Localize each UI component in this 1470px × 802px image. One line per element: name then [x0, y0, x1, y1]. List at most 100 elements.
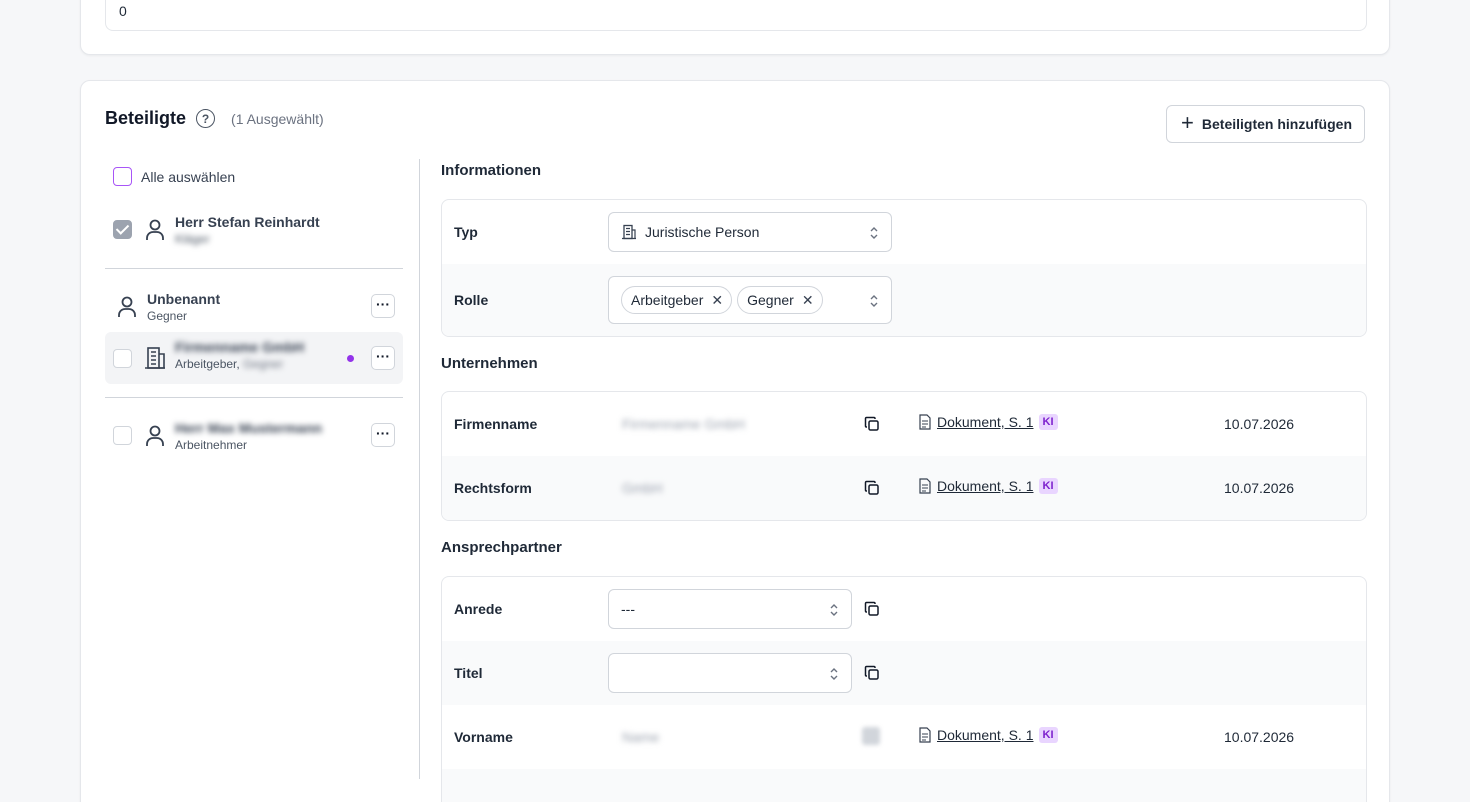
vorname-row: Vorname Name Dokument, S. 1 KI 10.07.202… — [442, 705, 1366, 769]
rechtsform-row: Rechtsform GmbH Dokument, S. 1 KI 10.07.… — [442, 456, 1366, 520]
ai-badge: KI — [1038, 414, 1058, 430]
unsaved-indicator-dot — [347, 355, 354, 362]
role-chip-label: Gegner — [747, 292, 794, 308]
chevron-up-down-icon — [870, 295, 878, 307]
list-item[interactable]: Herr Stefan Reinhardt Kläger — [175, 214, 320, 246]
select-all-label: Alle auswählen — [141, 168, 236, 185]
rolle-row: Rolle Arbeitgeber ✕ Gegner ✕ — [442, 264, 1366, 336]
info-title: Informationen — [441, 162, 541, 179]
date-value: 10.07.2026 — [1224, 729, 1295, 745]
close-icon[interactable]: ✕ — [711, 292, 723, 309]
number-input[interactable]: 0 — [105, 0, 1367, 31]
participants-card: Beteiligte ? (1 Ausgewählt) + Beteiligte… — [80, 80, 1390, 802]
source-link[interactable]: Dokument, S. 1 KI — [918, 478, 1058, 494]
copy-icon[interactable] — [862, 727, 880, 745]
previous-section-card: 0 — [80, 0, 1390, 55]
document-icon — [919, 478, 931, 494]
role-chip: Arbeitgeber ✕ — [621, 286, 733, 314]
participant-name: Firmenname GmbH — [175, 339, 305, 355]
section-title: Beteiligte — [105, 108, 187, 128]
next-row — [442, 769, 1366, 802]
participant-name: Unbenannt — [147, 291, 221, 307]
select-all[interactable]: Alle auswählen — [113, 167, 235, 186]
ai-badge: KI — [1038, 727, 1058, 743]
anrede-row: Anrede --- — [442, 577, 1366, 641]
select-all-checkbox[interactable] — [113, 167, 132, 186]
participant-name: Herr Stefan Reinhardt — [175, 214, 320, 230]
person-icon — [146, 425, 164, 446]
vorname-label: Vorname — [454, 729, 513, 745]
anrede-label: Anrede — [454, 601, 503, 617]
question-circle-icon[interactable]: ? — [196, 109, 216, 128]
info-group: Typ Juristische Person Rolle Arbeitgeber… — [441, 199, 1367, 337]
rolle-label: Rolle — [454, 292, 489, 308]
firmenname-label: Firmenname — [454, 416, 538, 432]
plus-icon: + — [1181, 110, 1194, 135]
firmenname-value[interactable]: Firmenname GmbH — [622, 416, 745, 432]
list-item[interactable]: Unbenannt Gegner — [147, 291, 220, 323]
typ-select[interactable]: Juristische Person — [608, 212, 892, 252]
list-item[interactable]: Herr Max Mustermann Arbeitnehmer — [175, 420, 322, 452]
close-icon[interactable]: ✕ — [802, 292, 814, 309]
copy-icon[interactable] — [864, 416, 880, 432]
building-icon — [145, 347, 165, 369]
participant-role-blurred: Gegner — [243, 357, 284, 371]
participant-role: Kläger — [175, 232, 210, 246]
copy-icon[interactable] — [864, 601, 880, 617]
list-item[interactable]: Firmenname GmbH Arbeitgeber, Gegner — [175, 339, 304, 371]
add-participant-label: Beteiligten hinzufügen — [1201, 116, 1352, 132]
vertical-divider — [419, 159, 420, 779]
more-options-button[interactable]: ··· — [371, 423, 395, 447]
participant-checkbox[interactable] — [113, 426, 132, 445]
rechtsform-value[interactable]: GmbH — [622, 480, 662, 496]
participant-checkbox[interactable] — [113, 220, 132, 239]
document-icon — [919, 414, 931, 430]
more-options-button[interactable]: ··· — [371, 346, 395, 370]
source-link-label: Dokument, S. 1 — [937, 478, 1034, 494]
contact-title: Ansprechpartner — [441, 539, 562, 556]
more-options-button[interactable]: ··· — [371, 294, 395, 318]
person-icon — [118, 296, 136, 317]
typ-row: Typ Juristische Person — [442, 200, 1366, 264]
company-title: Unternehmen — [441, 355, 538, 372]
divider — [105, 397, 403, 398]
date-value: 10.07.2026 — [1224, 480, 1295, 496]
chevron-up-down-icon — [830, 604, 838, 616]
typ-value: Juristische Person — [645, 224, 760, 240]
source-link[interactable]: Dokument, S. 1 KI — [918, 414, 1058, 430]
source-link-label: Dokument, S. 1 — [937, 727, 1034, 743]
date-value: 10.07.2026 — [1224, 416, 1295, 432]
rechtsform-label: Rechtsform — [454, 480, 532, 496]
chevron-up-down-icon — [870, 227, 878, 239]
source-link-label: Dokument, S. 1 — [937, 414, 1034, 430]
anrede-value: --- — [621, 601, 635, 617]
copy-icon[interactable] — [864, 665, 880, 681]
source-link[interactable]: Dokument, S. 1 KI — [918, 727, 1058, 743]
contact-group: Anrede --- Titel Vorname Name Dokument, … — [441, 576, 1367, 802]
participant-role: Arbeitnehmer — [175, 438, 248, 452]
add-participant-button[interactable]: + Beteiligten hinzufügen — [1166, 105, 1365, 143]
section-header: Beteiligte ? (1 Ausgewählt) — [105, 108, 324, 129]
anrede-select[interactable]: --- — [608, 589, 852, 629]
ai-badge: KI — [1038, 478, 1058, 494]
titel-row: Titel — [442, 641, 1366, 705]
participant-role: Gegner — [147, 309, 188, 323]
rolle-multiselect[interactable]: Arbeitgeber ✕ Gegner ✕ — [608, 276, 892, 324]
person-icon — [146, 219, 164, 240]
titel-label: Titel — [454, 665, 483, 681]
participant-name: Herr Max Mustermann — [175, 420, 323, 436]
typ-label: Typ — [454, 224, 478, 240]
selected-count: (1 Ausgewählt) — [231, 110, 324, 127]
chevron-up-down-icon — [830, 668, 838, 680]
titel-select[interactable] — [608, 653, 852, 693]
role-chip-label: Arbeitgeber — [631, 292, 704, 308]
divider — [105, 268, 403, 269]
participant-list: Alle auswählen Herr Stefan Reinhardt Klä… — [105, 159, 403, 779]
building-icon — [622, 224, 636, 240]
participant-role: Arbeitgeber, — [175, 357, 240, 371]
firmenname-row: Firmenname Firmenname GmbH Dokument, S. … — [442, 392, 1366, 456]
participant-checkbox[interactable] — [113, 349, 132, 368]
copy-icon[interactable] — [864, 480, 880, 496]
company-group: Firmenname Firmenname GmbH Dokument, S. … — [441, 391, 1367, 521]
vorname-value[interactable]: Name — [622, 729, 659, 745]
